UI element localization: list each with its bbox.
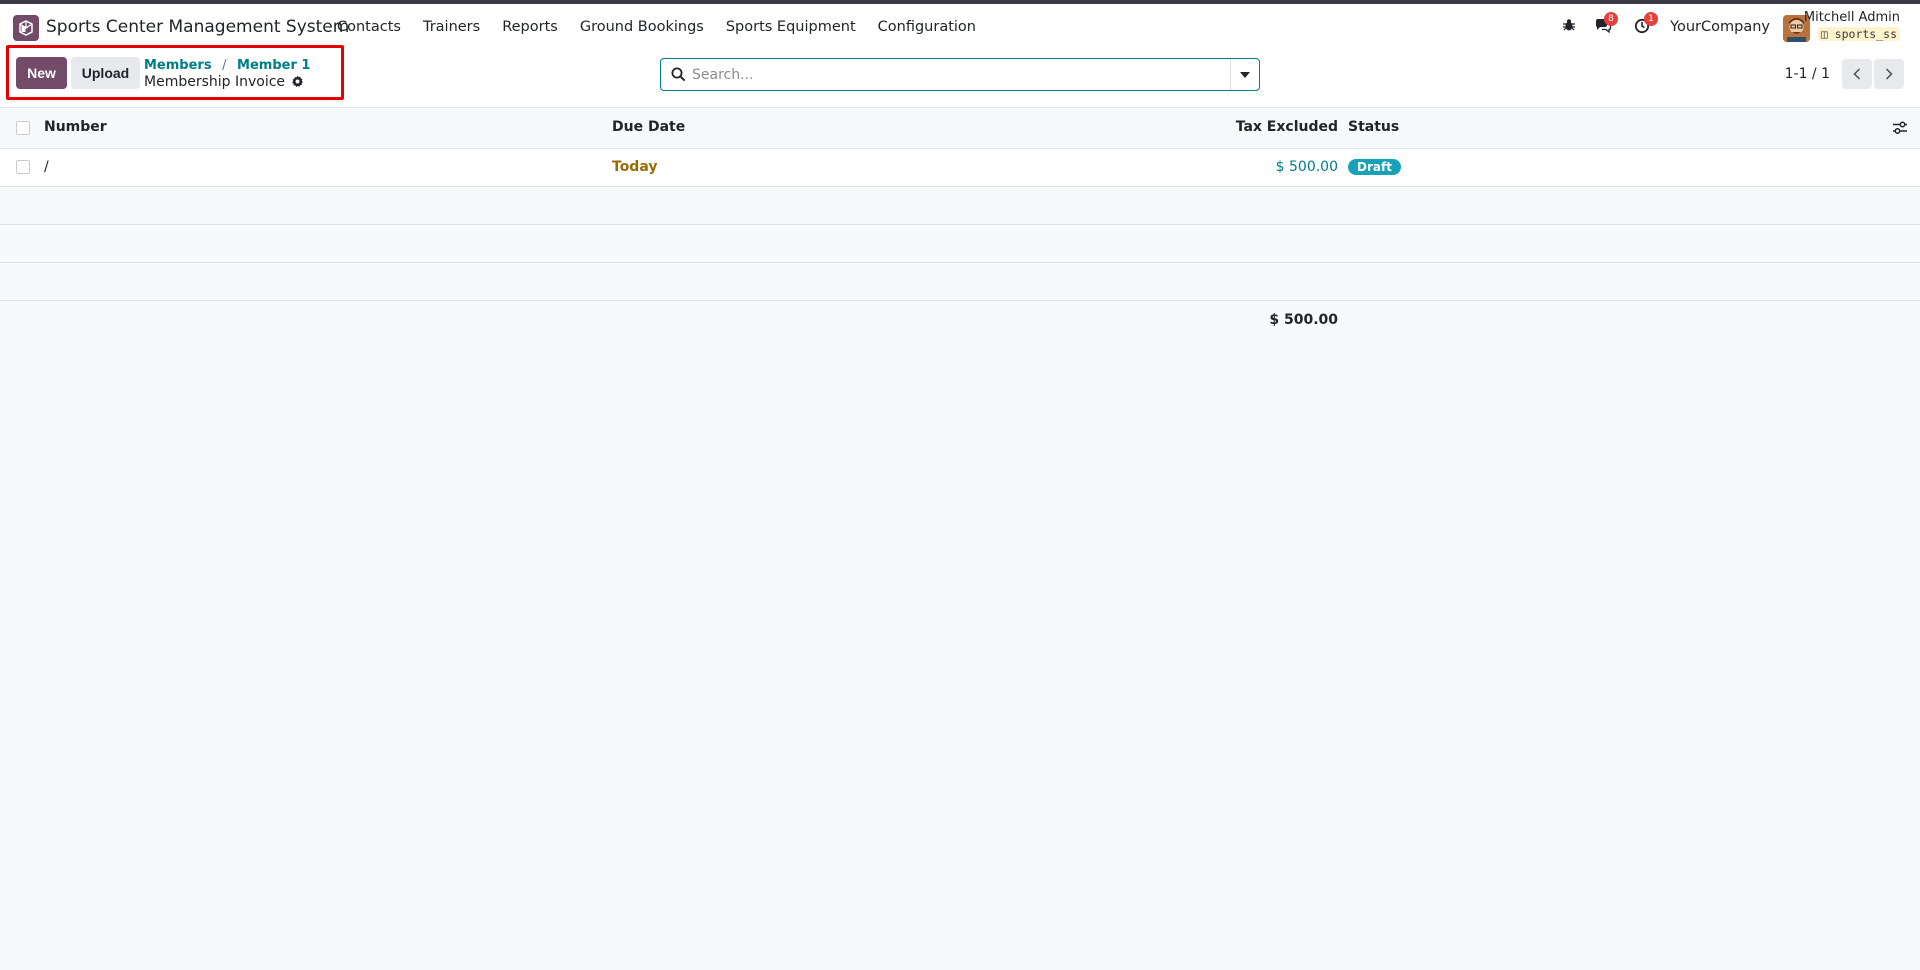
empty-row <box>0 187 1920 225</box>
column-header-status[interactable]: Status <box>1348 119 1399 135</box>
user-name[interactable]: Mitchell Admin <box>1804 10 1900 25</box>
pager-next-button[interactable] <box>1874 59 1904 89</box>
caret-down-icon <box>1240 71 1250 78</box>
breadcrumb-members[interactable]: Members <box>144 58 212 73</box>
main-navbar: Sports Center Management System Contacts… <box>0 4 1920 50</box>
messages-count-badge: 8 <box>1604 12 1618 26</box>
row-status: Draft <box>1348 159 1401 175</box>
row-checkbox[interactable] <box>16 160 30 174</box>
breadcrumb: Members / Member 1 <box>144 58 310 73</box>
breadcrumb-member-1[interactable]: Member 1 <box>237 58 310 73</box>
activities-clock-icon[interactable]: 1 <box>1634 12 1658 36</box>
table-header: Number Due Date Tax Excluded Status <box>0 108 1920 149</box>
activities-count-badge: 1 <box>1644 12 1658 26</box>
upload-button[interactable]: Upload <box>71 57 140 89</box>
select-all-checkbox[interactable] <box>16 121 30 135</box>
tax-excluded-total: $ 500.00 <box>1269 312 1338 328</box>
top-menu: Contacts Trainers Reports Ground Booking… <box>337 19 998 35</box>
pager-value[interactable]: 1-1 / 1 <box>1785 66 1830 82</box>
empty-row <box>0 225 1920 263</box>
row-tax-excluded: $ 500.00 <box>1275 159 1338 175</box>
page-title-text: Membership Invoice <box>144 74 286 90</box>
gear-icon[interactable] <box>291 75 305 89</box>
menu-configuration[interactable]: Configuration <box>878 19 976 35</box>
column-header-due-date[interactable]: Due Date <box>612 119 685 135</box>
search-icon <box>671 67 686 82</box>
search-input[interactable] <box>692 63 1212 86</box>
app-name[interactable]: Sports Center Management System <box>46 17 349 37</box>
pager-previous-button[interactable] <box>1842 59 1872 89</box>
database-icon: ◫ <box>1820 27 1828 41</box>
column-header-number[interactable]: Number <box>44 119 107 135</box>
optional-columns-icon[interactable] <box>1892 120 1908 136</box>
company-switcher[interactable]: YourCompany <box>1670 19 1770 35</box>
chevron-left-icon <box>1853 68 1861 80</box>
messages-icon[interactable]: 8 <box>1594 12 1618 36</box>
menu-reports[interactable]: Reports <box>502 19 558 35</box>
menu-ground-bookings[interactable]: Ground Bookings <box>580 19 704 35</box>
database-label: sports_ss <box>1834 27 1897 41</box>
debug-bug-icon[interactable] <box>1562 18 1580 36</box>
new-button[interactable]: New <box>16 57 67 89</box>
breadcrumb-separator: / <box>222 58 227 73</box>
page-title: Membership Invoice <box>144 74 305 90</box>
menu-trainers[interactable]: Trainers <box>423 19 480 35</box>
table-row[interactable]: / Today $ 500.00 Draft <box>0 149 1920 187</box>
database-name: ◫ sports_ss <box>1817 27 1900 41</box>
menu-sports-equipment[interactable]: Sports Equipment <box>726 19 856 35</box>
search-bar[interactable] <box>660 58 1260 91</box>
empty-row <box>0 263 1920 301</box>
status-badge: Draft <box>1348 159 1401 175</box>
app-logo-icon[interactable] <box>13 15 39 41</box>
control-panel: New Upload Members / Member 1 Membership… <box>0 50 1920 108</box>
chevron-right-icon <box>1885 68 1893 80</box>
invoice-list: Number Due Date Tax Excluded Status / To… <box>0 108 1920 301</box>
column-header-tax-excluded[interactable]: Tax Excluded <box>1236 119 1338 135</box>
search-options-toggle[interactable] <box>1230 59 1259 90</box>
row-number: / <box>44 159 49 175</box>
menu-contacts[interactable]: Contacts <box>337 19 401 35</box>
row-due-date: Today <box>612 159 658 175</box>
